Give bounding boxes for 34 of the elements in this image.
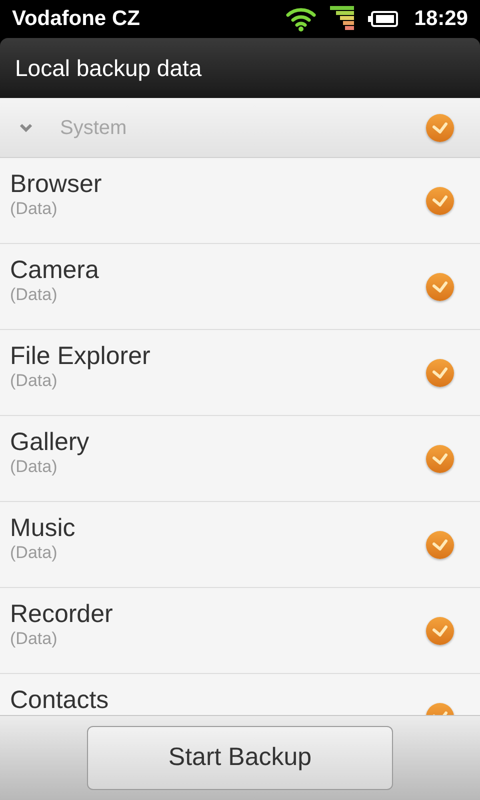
screen-title: Local backup data [15,54,202,83]
app-detail: (Data) [10,370,58,392]
list-row[interactable]: Music (Data) [0,502,480,588]
list-row[interactable]: Recorder (Data) [0,588,480,674]
list-row[interactable]: Camera (Data) [0,244,480,330]
list-row[interactable]: Gallery (Data) [0,416,480,502]
group-label: System [60,116,128,140]
battery-icon [368,11,398,27]
app-name: Camera [10,256,100,284]
wifi-icon [286,6,316,32]
checked-icon[interactable] [426,616,454,644]
checked-icon[interactable] [426,530,454,558]
app-name: Gallery [10,428,90,456]
checked-icon[interactable] [426,272,454,300]
app-name: Music [10,514,76,542]
checked-icon[interactable] [426,114,454,142]
signal-icon [330,6,354,32]
app-name: Contacts [10,686,110,714]
app-name: Recorder [10,600,114,628]
app-detail: (Data) [10,284,58,306]
start-backup-button[interactable]: Start Backup [87,726,393,790]
checked-icon[interactable] [426,186,454,214]
carrier-name: Vodafone CZ [12,6,140,32]
clock: 18:29 [414,6,468,32]
app-detail: (Data) [10,542,58,564]
app-name: Browser [10,170,103,198]
app-detail: (Data) [10,628,58,650]
app-detail: (Data) [10,198,58,220]
list-row[interactable]: File Explorer (Data) [0,330,480,416]
list-row[interactable]: Browser (Data) [0,158,480,244]
checked-icon[interactable] [426,444,454,472]
app-name: File Explorer [10,342,152,370]
checked-icon[interactable] [426,358,454,386]
app-detail: (Data) [10,456,58,478]
